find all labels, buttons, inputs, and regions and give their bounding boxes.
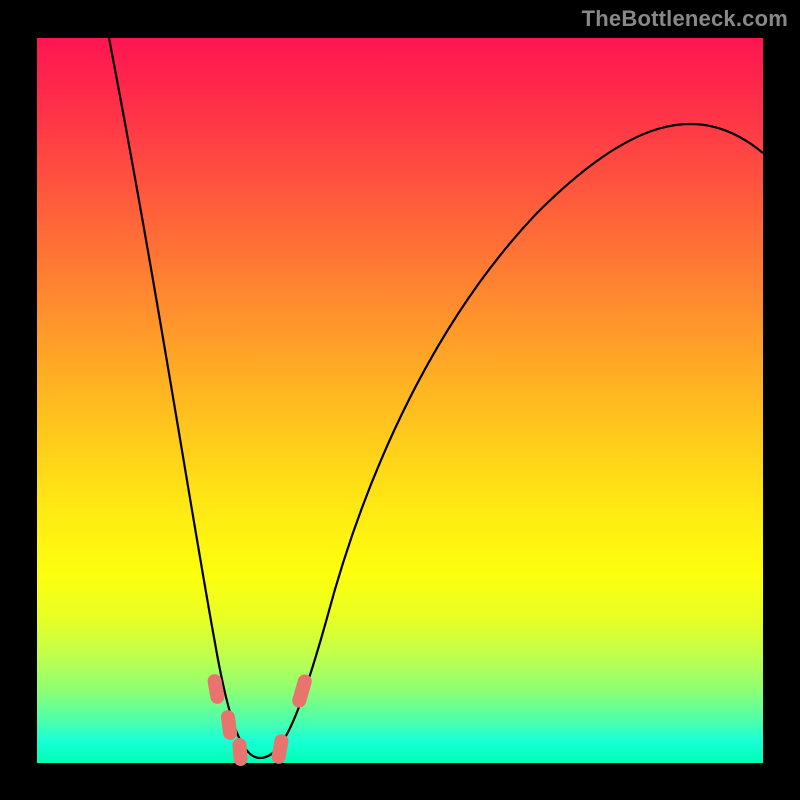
bottleneck-curve (37, 38, 763, 763)
marker-blob (232, 738, 248, 767)
marker-blob (271, 733, 290, 765)
watermark-text: TheBottleneck.com (582, 6, 788, 32)
marker-blob (220, 709, 238, 741)
marker-blob (291, 673, 314, 710)
chart-stage: TheBottleneck.com (0, 0, 800, 800)
curve-path (109, 38, 763, 758)
